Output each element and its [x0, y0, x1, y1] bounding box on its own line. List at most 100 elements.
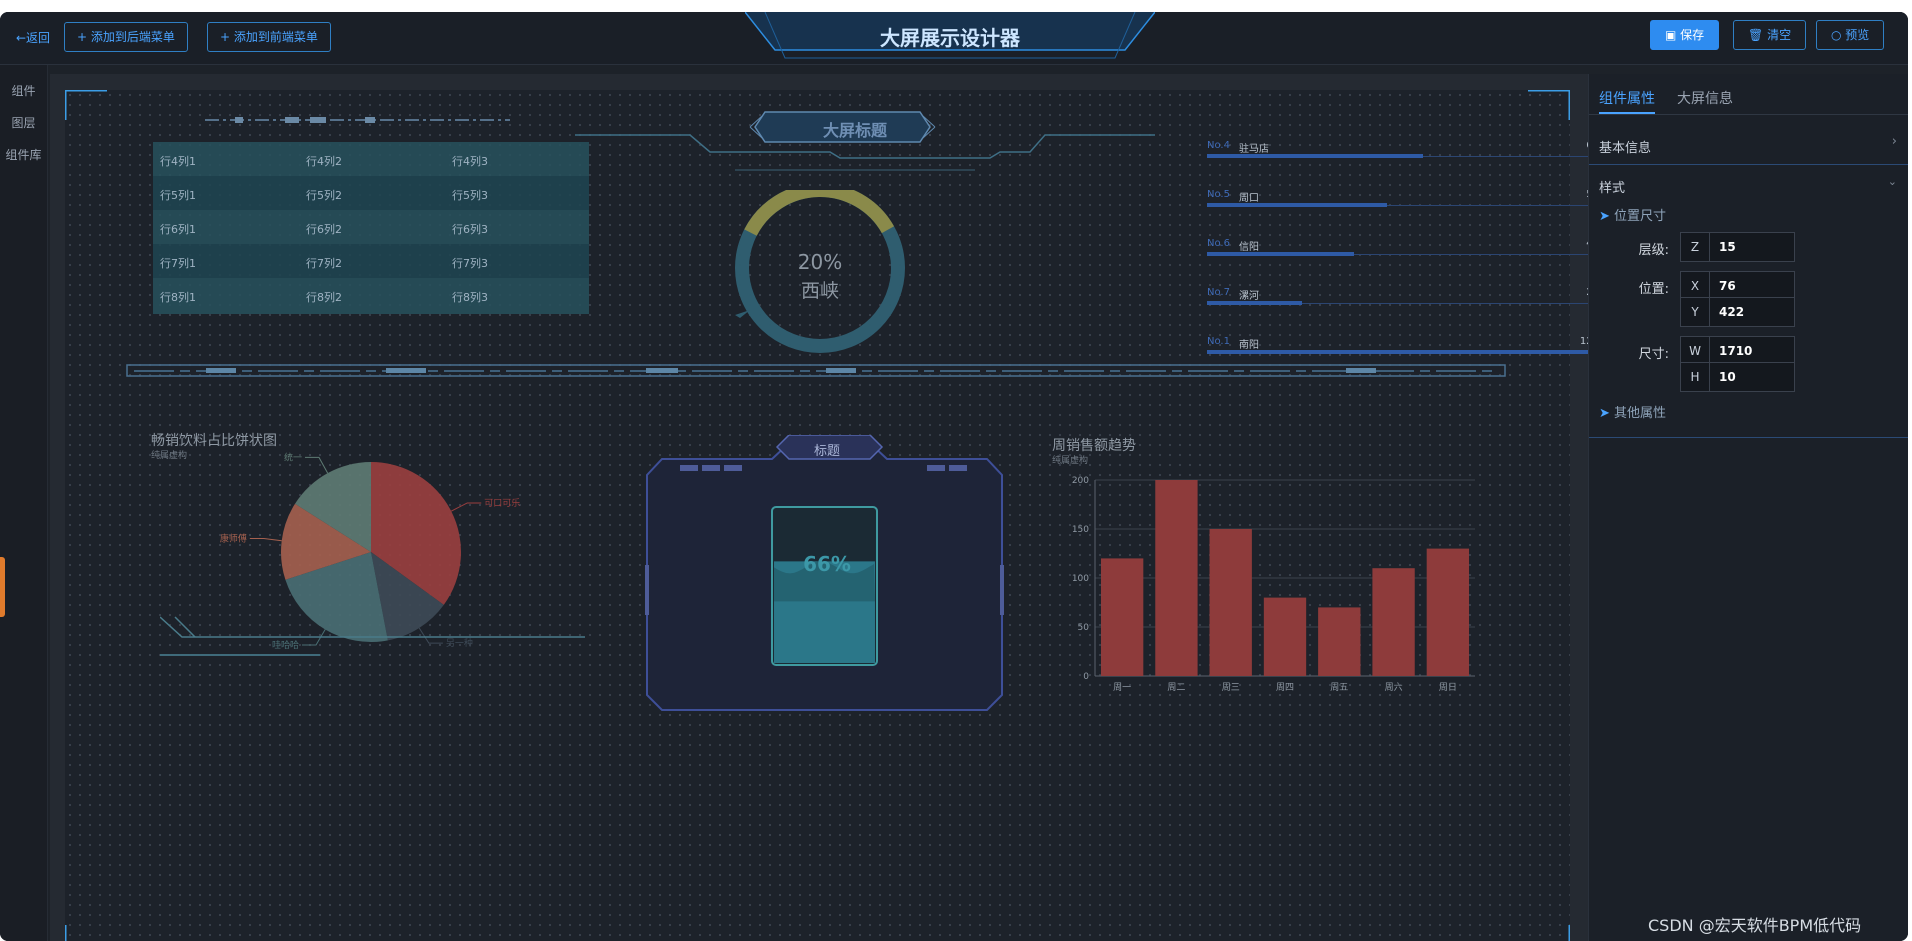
chevron-right-icon[interactable]: › [1892, 134, 1897, 149]
bar-y-tick-label: 50 [1078, 623, 1090, 633]
size-label: 尺寸: [1638, 347, 1669, 362]
left-sidebar: 组件 图层 组件库 [0, 65, 48, 941]
rank-number: No.5 [1207, 189, 1230, 200]
data-table[interactable] [153, 142, 589, 314]
ranking-row: No.7漯河29 [1207, 287, 1599, 327]
bar-y-tick-label: 150 [1072, 525, 1089, 535]
ring-percent: 20% [797, 250, 843, 274]
rank-bar [1207, 350, 1599, 354]
ring-label: 西峡 [800, 280, 839, 302]
water-frame[interactable] [637, 435, 1017, 755]
table-row-stripe [153, 176, 589, 210]
rank-name: 周口 [1239, 193, 1259, 204]
pie-leader-line [304, 456, 329, 474]
screen-stage[interactable]: 大屏标题 20% 西峡 畅销饮料占比饼状图 纯属虚构 可口可乐 另一种 哇哈哈 … [65, 90, 1599, 941]
ranking-row: No.4驻马店66 [1207, 140, 1599, 180]
left-edge-handle[interactable] [0, 557, 5, 617]
app-window: ←返回 + 添加到后端菜单 + 添加到前端菜单 大屏展示设计器 ▣ 保存 🗑 清… [0, 12, 1908, 941]
ring-progress-arc [744, 190, 895, 236]
section-divider [1589, 437, 1908, 438]
section-style[interactable]: 样式 [1599, 177, 1625, 196]
rank-name: 漯河 [1239, 291, 1259, 302]
bar-x-tick-label: 周六 [1385, 681, 1403, 693]
tab-divider [1589, 114, 1908, 115]
other-props-group[interactable]: ➤ 其他属性 [1599, 402, 1666, 421]
search-icon: ○ [1831, 28, 1846, 42]
bar-mark [1263, 597, 1307, 676]
screen-title[interactable]: 大屏标题 [755, 117, 955, 141]
table-cell: 行6列2 [306, 223, 342, 236]
ring-notch [735, 310, 750, 318]
w-key: W [1681, 337, 1710, 365]
bar-x-tick-label: 周三 [1222, 682, 1240, 693]
pos-size-group[interactable]: ➤ 位置尺寸 [1599, 205, 1666, 224]
table-cell: 行5列3 [452, 189, 488, 202]
y-field[interactable]: Y 422 [1680, 297, 1795, 327]
chevron-down-icon[interactable]: ⌄ [1888, 175, 1897, 188]
trash-icon: 🗑 [1748, 28, 1768, 42]
table-cell: 行8列3 [452, 291, 488, 304]
bar-title: 周销售额趋势 [1052, 438, 1136, 454]
bar-mark [1209, 529, 1252, 676]
ranking-row: No.6信阳45 [1207, 238, 1599, 278]
pie-slice-label: 康师傅 [220, 532, 247, 544]
pie-slice-label: 统一 [284, 451, 302, 463]
add-to-frontend-menu-button[interactable]: + 添加到前端菜单 [207, 22, 331, 52]
w-value: 1710 [1719, 344, 1753, 358]
rank-bar [1207, 154, 1423, 158]
sidebar-item-components[interactable]: 组件 [0, 82, 47, 99]
arrow-right-icon: ➤ [1599, 406, 1615, 421]
z-value: 15 [1719, 240, 1736, 254]
clear-button[interactable]: 🗑 清空 [1733, 20, 1807, 50]
table-cell: 行4列1 [160, 155, 196, 168]
bar-y-tick-label: 200 [1072, 476, 1089, 486]
bar-mark [1426, 548, 1470, 676]
pie-slice-label: 可口可乐 [484, 497, 520, 509]
section-divider [1589, 164, 1908, 165]
preview-button[interactable]: ○ 预览 [1816, 20, 1885, 50]
table-cell: 行4列3 [452, 155, 488, 168]
y-value: 422 [1719, 305, 1745, 319]
top-toolbar: ←返回 + 添加到后端菜单 + 添加到前端菜单 大屏展示设计器 ▣ 保存 🗑 清… [0, 12, 1908, 65]
tab-screen-info[interactable]: 大屏信息 [1677, 88, 1733, 108]
table-cell: 行4列2 [306, 155, 342, 168]
bar-chart[interactable]: 0 50 100 150 200 周一 周二 周三 周四 周五 周六 周日 [1050, 462, 1490, 712]
decoration-line-1 [205, 117, 510, 123]
save-button[interactable]: ▣ 保存 [1650, 20, 1720, 50]
rank-name: 信阳 [1239, 242, 1259, 253]
bar-x-tick-label: 周五 [1330, 682, 1348, 693]
layer-label: 层级: [1638, 243, 1669, 258]
rank-number: No.1 [1207, 336, 1230, 347]
pie-decoration [160, 616, 585, 656]
section-basic-info[interactable]: 基本信息 [1599, 137, 1651, 156]
back-link[interactable]: ←返回 [16, 29, 50, 46]
bar-x-tick-label: 周一 [1113, 682, 1131, 693]
design-canvas: 大屏标题 20% 西峡 畅销饮料占比饼状图 纯属虚构 可口可乐 另一种 哇哈哈 … [50, 74, 1599, 941]
table-cell: 行5列2 [306, 189, 342, 202]
z-field[interactable]: Z 15 [1680, 232, 1795, 262]
sidebar-item-library[interactable]: 组件库 [0, 146, 47, 163]
table-cell: 行7列1 [160, 257, 196, 270]
h-key: H [1681, 363, 1710, 391]
table-cell: 行6列3 [452, 223, 488, 236]
add-to-backend-menu-button[interactable]: + 添加到后端菜单 [64, 22, 188, 52]
designer-title: 大屏展示设计器 [880, 26, 1020, 50]
designer-title-frame: 大屏展示设计器 [745, 12, 1155, 60]
table-cell: 行7列2 [306, 257, 342, 270]
rank-number: No.6 [1207, 238, 1230, 249]
bar-y-tick-label: 100 [1072, 574, 1089, 584]
bar-mark [1372, 568, 1415, 676]
h-value: 10 [1719, 370, 1736, 384]
watermark: CSDN @宏天软件BPM低代码 [1648, 916, 1862, 935]
ranking-row: No.1南阳120 [1207, 336, 1599, 376]
x-key: X [1681, 272, 1710, 300]
h-field[interactable]: H 10 [1680, 362, 1795, 392]
pie-leader-line [450, 502, 482, 512]
ranking-row: No.5周口55 [1207, 189, 1599, 229]
bar-x-tick-label: 周日 [1439, 682, 1457, 693]
tab-component-props[interactable]: 组件属性 [1599, 88, 1655, 108]
rank-name: 南阳 [1239, 340, 1259, 351]
pos-size-label: 位置尺寸 [1614, 209, 1667, 224]
table-cell: 行8列2 [306, 291, 342, 304]
sidebar-item-layers[interactable]: 图层 [0, 114, 47, 131]
